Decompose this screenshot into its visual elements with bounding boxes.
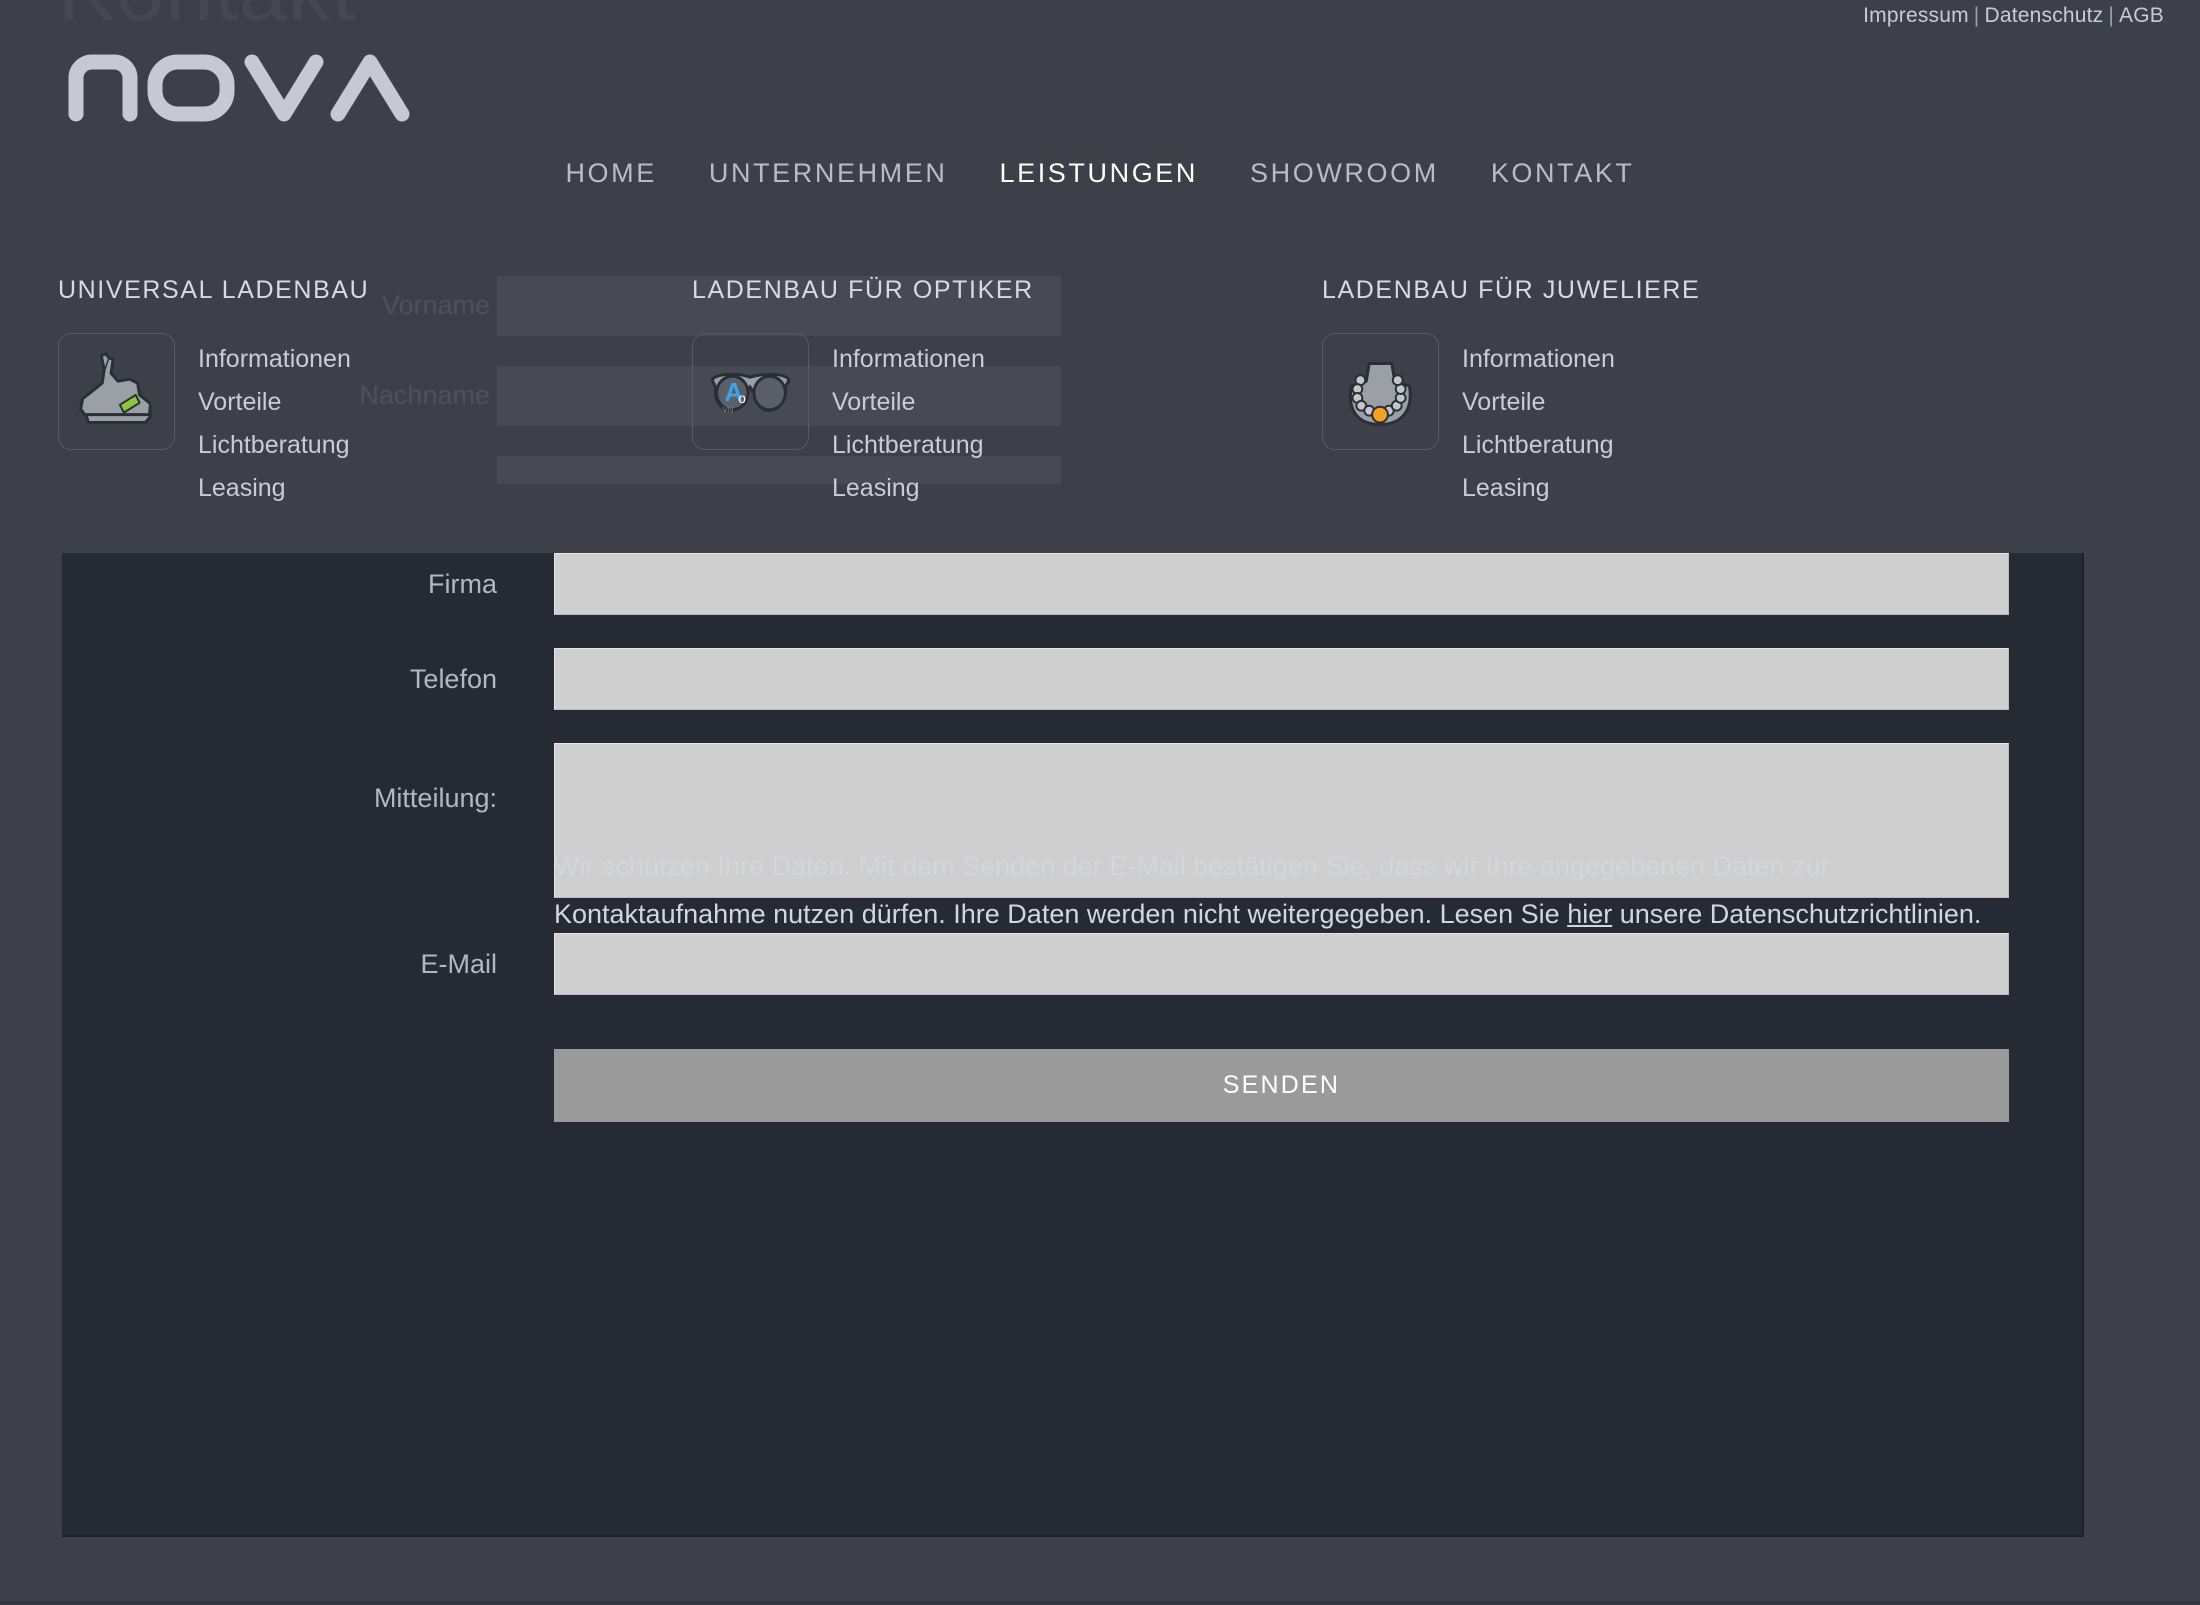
service-link-vorteile-optiker[interactable]: Vorteile <box>832 381 985 424</box>
nova-logo[interactable] <box>58 44 430 122</box>
service-link-vorteile-universal[interactable]: Vorteile <box>198 381 351 424</box>
services-section: UNIVERSAL LADENBAU Informationen Vorteil… <box>0 276 2200 536</box>
input-email[interactable] <box>554 933 2009 995</box>
nav-item-showroom[interactable]: SHOWROOM <box>1250 158 1439 189</box>
svg-text:o: o <box>738 391 746 406</box>
service-link-informationen-juweliere[interactable]: Informationen <box>1462 338 1615 381</box>
service-link-informationen-universal[interactable]: Informationen <box>198 338 351 381</box>
link-datenschutz[interactable]: Datenschutz <box>1984 4 2103 27</box>
service-link-leasing-optiker[interactable]: Leasing <box>832 467 985 510</box>
service-heading-optiker: LADENBAU FÜR OPTIKER <box>692 276 1034 304</box>
input-telefon[interactable] <box>554 648 2009 710</box>
label-telefon: Telefon <box>409 664 497 694</box>
service-column-universal: UNIVERSAL LADENBAU Informationen Vorteil… <box>58 276 618 510</box>
service-link-leasing-universal[interactable]: Leasing <box>198 467 351 510</box>
service-column-juweliere: LADENBAU FÜR JUWELIERE Informationen Vor… <box>1322 276 1942 510</box>
privacy-policy-link[interactable]: hier <box>1567 899 1612 929</box>
service-column-optiker: LADENBAU FÜR OPTIKER A o VN Informatione… <box>692 276 1252 510</box>
nav-item-leistungen[interactable]: LEISTUNGEN <box>999 158 1198 189</box>
service-links-juweliere: Informationen Vorteile Lichtberatung Lea… <box>1462 333 1615 510</box>
input-firma[interactable] <box>554 553 2009 615</box>
service-link-vorteile-juweliere[interactable]: Vorteile <box>1462 381 1615 424</box>
utility-links: Impressum | Datenschutz | AGB <box>1863 4 2164 28</box>
label-email: E-Mail <box>420 949 497 979</box>
utility-separator-1: | <box>1973 4 1980 27</box>
service-link-lichtberatung-juweliere[interactable]: Lichtberatung <box>1462 424 1615 467</box>
service-link-leasing-juweliere[interactable]: Leasing <box>1462 467 1615 510</box>
eyeglasses-icon: A o VN <box>692 333 809 450</box>
contact-form-panel: Firma Telefon Mitteilung: E-Mail Wir sch… <box>62 553 2084 1537</box>
ghost-page-title: Kontakt <box>58 0 357 41</box>
svg-text:VN: VN <box>722 406 733 415</box>
nav-item-unternehmen[interactable]: UNTERNEHMEN <box>709 158 948 189</box>
label-firma: Firma <box>428 569 497 599</box>
nav-item-kontakt[interactable]: KONTAKT <box>1491 158 1635 189</box>
privacy-text-part2: unsere Datenschutzrichtlinien. <box>1612 899 1982 929</box>
link-impressum[interactable]: Impressum <box>1863 4 1969 27</box>
utility-separator-2: | <box>2108 4 2115 27</box>
service-link-lichtberatung-optiker[interactable]: Lichtberatung <box>832 424 985 467</box>
main-navigation: HOME UNTERNEHMEN LEISTUNGEN SHOWROOM KON… <box>0 158 2200 189</box>
nav-item-home[interactable]: HOME <box>565 158 656 189</box>
necklace-icon <box>1322 333 1439 450</box>
nova-wordmark-icon <box>68 54 410 122</box>
service-heading-universal: UNIVERSAL LADENBAU <box>58 276 370 304</box>
service-link-lichtberatung-universal[interactable]: Lichtberatung <box>198 424 351 467</box>
service-links-universal: Informationen Vorteile Lichtberatung Lea… <box>198 333 351 510</box>
page-root: Kontakt Impressum|Datenschutz|AGB HOME U… <box>0 0 2200 1605</box>
link-agb[interactable]: AGB <box>2119 4 2164 27</box>
service-heading-juweliere: LADENBAU FÜR JUWELIERE <box>1322 276 1701 304</box>
sneaker-icon <box>58 333 175 450</box>
service-links-optiker: Informationen Vorteile Lichtberatung Lea… <box>832 333 985 510</box>
label-mitteilung: Mitteilung: <box>373 783 497 813</box>
privacy-notice: Wir schützen Ihre Daten. Mit dem Senden … <box>554 842 1994 938</box>
service-link-informationen-optiker[interactable]: Informationen <box>832 338 985 381</box>
send-button[interactable]: SENDEN <box>554 1049 2009 1122</box>
